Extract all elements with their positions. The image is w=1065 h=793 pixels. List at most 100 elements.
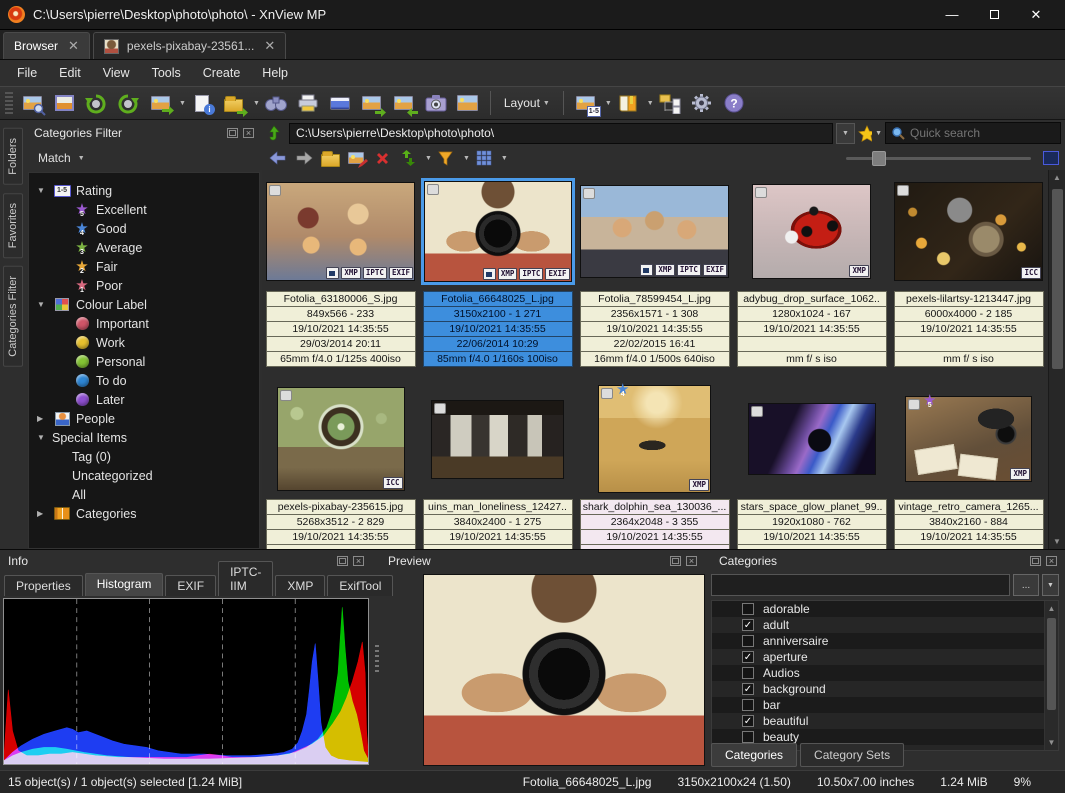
tree-item-good[interactable]: ★4Good	[29, 219, 259, 238]
bookmarks-button[interactable]	[613, 89, 643, 117]
category-checkbox[interactable]: ✓	[742, 651, 754, 663]
menu-file[interactable]: File	[6, 62, 48, 84]
tree-item-work[interactable]: Work	[29, 333, 259, 352]
slideshow-button[interactable]	[325, 89, 355, 117]
thumbnail-checkbox[interactable]	[427, 184, 439, 195]
thumbnail-checkbox[interactable]	[583, 188, 595, 199]
tree-item-tag-0-[interactable]: Tag (0)	[29, 447, 259, 466]
chevron-down-icon[interactable]: ▼	[37, 433, 52, 442]
bookmarks-dropdown-icon[interactable]: ▼	[647, 100, 654, 107]
category-checkbox[interactable]	[742, 635, 754, 647]
tree-item-to-do[interactable]: To do	[29, 371, 259, 390]
tree-item-personal[interactable]: Personal	[29, 352, 259, 371]
scroll-up-icon[interactable]: ▲	[1053, 170, 1061, 185]
tree-item-average[interactable]: ★3Average	[29, 238, 259, 257]
parent-folder-button[interactable]	[262, 122, 286, 144]
rotate-left-button[interactable]	[81, 89, 111, 117]
tree-item-poor[interactable]: ★1Poor	[29, 276, 259, 295]
thumbnail-checkbox[interactable]	[908, 399, 920, 410]
open-with-button[interactable]	[219, 89, 249, 117]
tree-item-special-items[interactable]: ▼Special Items	[29, 428, 259, 447]
panel-splitter-handle[interactable]	[375, 645, 379, 675]
thumbnail-item[interactable]: XMPIPTCEXIFFotolia_63180006_S.jpg849x566…	[262, 170, 419, 378]
thumbnail-checkbox[interactable]	[601, 388, 613, 399]
thumbnail-checkbox[interactable]	[434, 403, 446, 414]
refresh-button[interactable]	[396, 148, 420, 169]
category-checkbox[interactable]	[742, 603, 754, 615]
delete-button[interactable]	[370, 148, 394, 169]
menu-edit[interactable]: Edit	[48, 62, 92, 84]
view-mode-button[interactable]	[472, 148, 496, 169]
favorites-dropdown-icon[interactable]: ▼	[875, 130, 882, 137]
close-panel-icon[interactable]: ×	[686, 556, 697, 566]
close-panel-icon[interactable]: ×	[1046, 556, 1057, 566]
sidebar-tab-favorites[interactable]: Favorites	[3, 193, 23, 258]
background-color-button[interactable]	[1043, 151, 1059, 165]
menu-tools[interactable]: Tools	[141, 62, 192, 84]
path-input[interactable]	[289, 123, 833, 144]
path-dropdown-button[interactable]: ▼	[836, 123, 855, 144]
thumbnail-item[interactable]: XMPIPTCEXIFFotolia_66648025_L.jpg3150x21…	[419, 170, 576, 378]
thumbnail-checkbox[interactable]	[280, 390, 292, 401]
tab-histogram[interactable]: Histogram	[85, 573, 164, 596]
sidebar-tab-categories-filter[interactable]: Categories Filter	[3, 266, 23, 367]
tree-item-all[interactable]: All	[29, 485, 259, 504]
scroll-down-icon[interactable]: ▼	[1053, 534, 1061, 549]
category-row-beautiful[interactable]: ✓beautiful	[712, 713, 1058, 729]
chevron-right-icon[interactable]: ▶	[37, 509, 52, 518]
close-button[interactable]: ✕	[1015, 1, 1057, 29]
batch-rename-button[interactable]	[389, 89, 419, 117]
filter-dropdown-icon[interactable]: ▼	[463, 155, 470, 162]
category-checkbox[interactable]: ✓	[742, 683, 754, 695]
tree-item-categories[interactable]: ▶Categories	[29, 504, 259, 523]
menu-view[interactable]: View	[92, 62, 141, 84]
tab-browser[interactable]: Browser ✕	[3, 32, 90, 59]
close-panel-icon[interactable]: ×	[353, 556, 364, 566]
category-dropdown-button[interactable]: ▼	[1042, 574, 1059, 596]
thumbnail-checkbox[interactable]	[755, 187, 767, 198]
fullscreen-button[interactable]	[49, 89, 79, 117]
quick-search-input[interactable]	[910, 126, 1030, 140]
slider-handle[interactable]	[872, 151, 886, 166]
preview-image[interactable]	[423, 574, 705, 766]
category-checkbox[interactable]	[742, 699, 754, 711]
categories-scrollbar[interactable]: ▲ ▼	[1044, 601, 1058, 750]
quick-search-box[interactable]	[885, 122, 1061, 144]
print-button[interactable]	[293, 89, 323, 117]
thumbnail-item[interactable]: ICCpexels-lilartsy-1213447.jpg6000x4000 …	[890, 170, 1047, 378]
thumbnail-item[interactable]: ICCpexels-pixabay-235615.jpg5268x3512 - …	[262, 378, 419, 549]
photo-thumbnail[interactable]: XMPIPTCEXIF	[424, 181, 572, 282]
photo-thumbnail[interactable]: ICC	[894, 182, 1043, 281]
match-dropdown[interactable]: Match ▼	[26, 146, 262, 170]
tab-iptc-iim[interactable]: IPTC-IIM	[218, 561, 273, 596]
new-folder-button[interactable]	[318, 148, 342, 169]
float-panel-icon[interactable]	[227, 128, 238, 138]
thumbnail-checkbox[interactable]	[897, 185, 909, 196]
tree-item-fair[interactable]: ★2Fair	[29, 257, 259, 276]
tab-properties[interactable]: Properties	[4, 575, 83, 596]
category-row-background[interactable]: ✓background	[712, 681, 1058, 697]
float-panel-icon[interactable]	[670, 556, 681, 566]
help-button[interactable]: ?	[719, 89, 749, 117]
thumbnail-item[interactable]: ★4XMPshark_dolphin_sea_130036_...2364x20…	[576, 378, 733, 549]
photo-thumbnail[interactable]: ★4XMP	[598, 385, 711, 493]
sort-rating-button[interactable]: 1-5	[571, 89, 601, 117]
browser-scrollbar[interactable]: ▲ ▼	[1048, 170, 1065, 549]
thumbnail-item[interactable]: stars_space_glow_planet_99..1920x1080 - …	[733, 378, 890, 549]
float-panel-icon[interactable]	[1030, 556, 1041, 566]
category-row-audios[interactable]: Audios	[712, 665, 1058, 681]
chevron-down-icon[interactable]: ▼	[37, 186, 52, 195]
thumbnail-item[interactable]: XMPadybug_drop_surface_1062..1280x1024 -…	[733, 170, 890, 378]
filter-button[interactable]	[434, 148, 458, 169]
photo-thumbnail[interactable]	[431, 400, 564, 479]
float-panel-icon[interactable]	[337, 556, 348, 566]
menu-help[interactable]: Help	[251, 62, 299, 84]
category-row-adorable[interactable]: adorable	[712, 601, 1058, 617]
tree-item-uncategorized[interactable]: Uncategorized	[29, 466, 259, 485]
category-checkbox[interactable]	[742, 667, 754, 679]
sidebar-tab-folders[interactable]: Folders	[3, 128, 23, 185]
chevron-right-icon[interactable]: ▶	[37, 414, 52, 423]
photo-thumbnail[interactable]: XMPIPTCEXIF	[266, 182, 415, 281]
category-checkbox[interactable]	[742, 731, 754, 743]
scroll-up-icon[interactable]: ▲	[1048, 601, 1056, 616]
